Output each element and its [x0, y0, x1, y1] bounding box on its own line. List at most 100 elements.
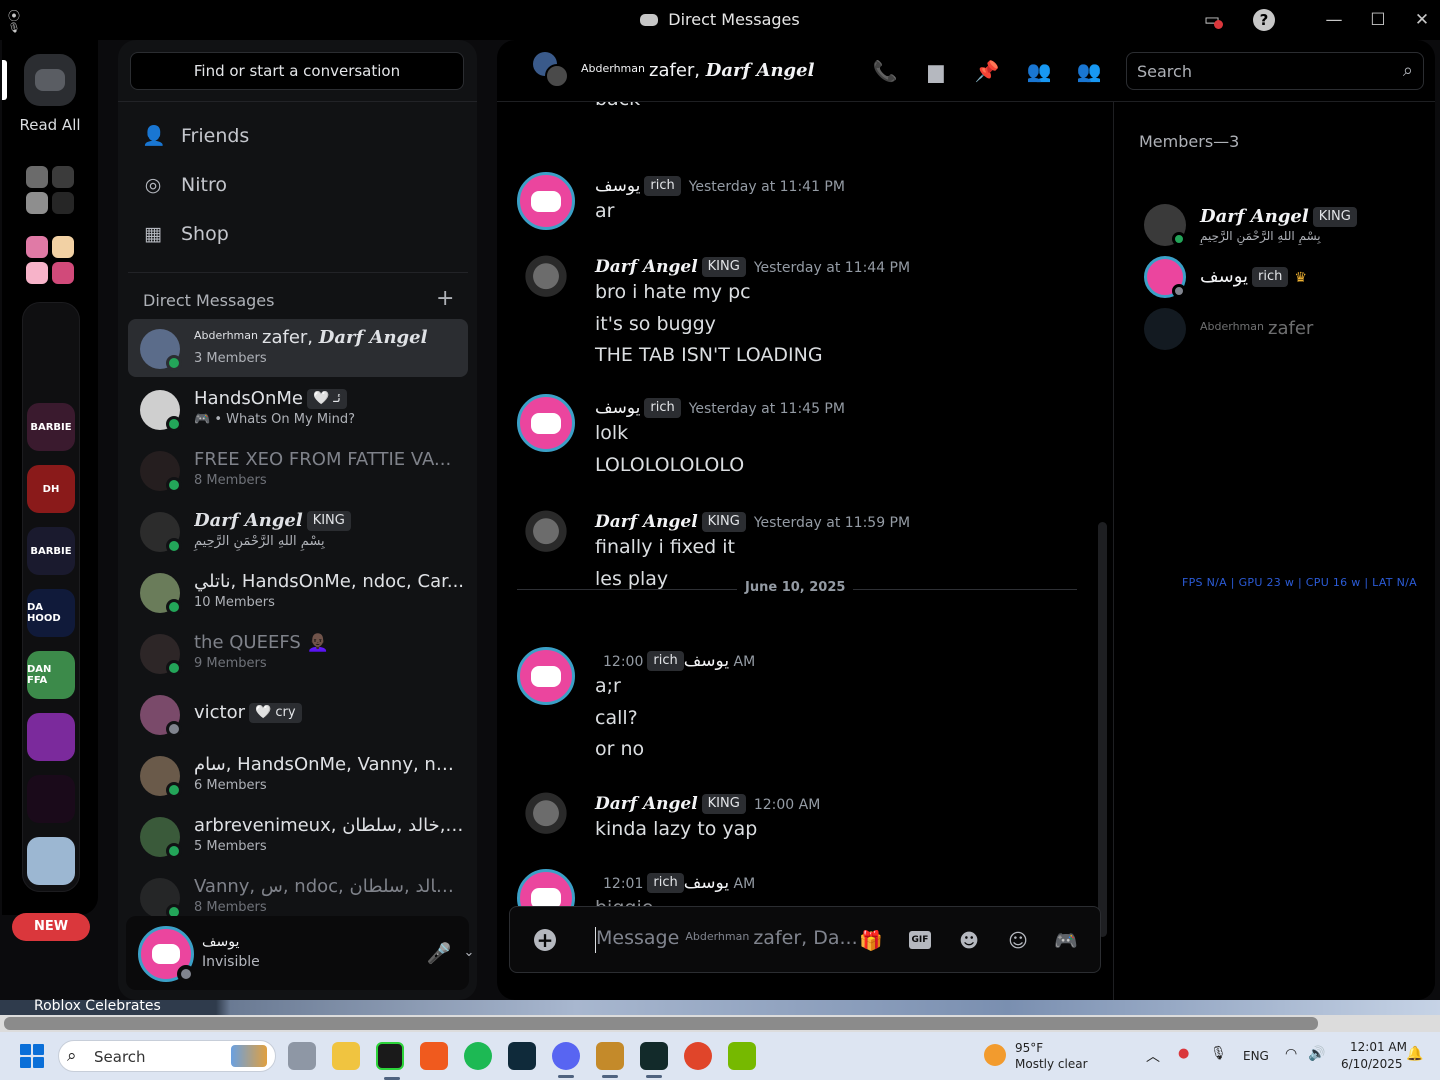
message-author[interactable]: يوسف: [684, 651, 729, 671]
server-folder-2[interactable]: [24, 234, 76, 286]
dm-item[interactable]: ناتلي, HandsOnMe, ndoc, Car... 10 Members: [128, 563, 468, 621]
horizontal-scrollbar[interactable]: [0, 1015, 1440, 1032]
gift-icon[interactable]: 🎁: [858, 928, 884, 954]
server-barbie-1[interactable]: BARBIE: [27, 403, 75, 451]
server-folder-1[interactable]: [24, 164, 76, 216]
message-avatar[interactable]: [517, 647, 575, 705]
status-indicator: [1172, 232, 1186, 246]
dm-item[interactable]: سام, HandsOnMe, Vanny, nd... 6 Members: [128, 746, 468, 804]
mic-icon[interactable]: 🎤: [426, 940, 452, 966]
member-name: يوسف rich ♛: [1200, 266, 1307, 287]
gif-icon[interactable]: GIF: [909, 931, 931, 949]
attach-plus-icon[interactable]: +: [534, 929, 556, 951]
emoji-icon[interactable]: ☺: [1005, 928, 1031, 954]
dm-item[interactable]: Darf Angel KING بِسْمِ اللهِ الرَّحْمَنِ ا…: [128, 502, 468, 560]
chat-search-input[interactable]: Search ⌕: [1126, 52, 1424, 90]
message-author[interactable]: يوسف: [595, 398, 640, 418]
dm-item[interactable]: victor 🤍 cry: [128, 685, 468, 743]
dm-item[interactable]: arbrevenimeux, خالد ,سلطان, r... 5 Member…: [128, 807, 468, 865]
dm-item[interactable]: FREE XEO FROM FATTIE VA... 8 Members: [128, 441, 468, 499]
home-button[interactable]: [24, 54, 76, 106]
message-author[interactable]: Darf Angel: [595, 257, 698, 277]
member-item[interactable]: Abderhman zafer: [1142, 306, 1432, 352]
server-city[interactable]: [27, 837, 75, 885]
nav-nitro[interactable]: ◎ Nitro: [128, 164, 468, 206]
nav-shop[interactable]: ▦ Shop: [128, 213, 468, 255]
call-icon[interactable]: 📞: [871, 57, 899, 85]
server-dan-ffa[interactable]: DAN FFA: [27, 651, 75, 699]
spotify-icon[interactable]: [464, 1042, 492, 1070]
app-terminal-icon[interactable]: [640, 1042, 668, 1078]
composer-placeholder-rest: zafer, Da...: [753, 927, 858, 949]
message-avatar[interactable]: [517, 172, 575, 230]
read-all-button[interactable]: Read All: [2, 116, 98, 134]
chevron-down-icon[interactable]: ⌄: [456, 940, 477, 966]
message-avatar[interactable]: [517, 508, 575, 566]
video-icon[interactable]: ▆: [922, 57, 950, 85]
server-barbie-2[interactable]: BARBIE: [27, 527, 75, 575]
notification-bell-icon[interactable]: 🔔: [1406, 1046, 1423, 1062]
message-author[interactable]: يوسف: [595, 176, 640, 196]
server-cards[interactable]: [27, 775, 75, 823]
message-avatar[interactable]: [517, 790, 575, 848]
user-panel: يوسف Invisible 🎤 ⌄ 🎧 ⚙: [126, 916, 474, 990]
activity-gamepad-icon[interactable]: 🎮: [1053, 928, 1079, 954]
status-indicator: [166, 599, 182, 615]
dm-name: Darf Angel KING: [194, 510, 464, 531]
close-button[interactable]: ✕: [1410, 8, 1434, 32]
pin-icon[interactable]: 📌: [973, 57, 1001, 85]
message-avatar[interactable]: [517, 394, 575, 452]
clock-time[interactable]: 12:01 AM: [1350, 1040, 1407, 1054]
sticker-icon[interactable]: ☻: [956, 928, 982, 954]
tray-app-icon[interactable]: ●: [1178, 1046, 1189, 1061]
start-button[interactable]: [20, 1044, 44, 1068]
dm-subtitle: بِسْمِ اللهِ الرَّحْمَنِ الرَّحِيمِ: [194, 534, 325, 549]
scrollbar-thumb[interactable]: [4, 1017, 1318, 1030]
nav-nitro-label: Nitro: [181, 174, 227, 196]
screen-share-icon[interactable]: ▭: [1200, 8, 1224, 32]
tray-chevron-up-icon[interactable]: ︿: [1146, 1046, 1160, 1066]
message-author[interactable]: Darf Angel: [595, 512, 698, 532]
message-timestamp: Yesterday at 11:41 PM: [688, 179, 845, 195]
server-neon[interactable]: [27, 713, 75, 761]
nvidia-icon[interactable]: [728, 1042, 756, 1070]
message-avatar[interactable]: [517, 253, 575, 311]
brave-icon[interactable]: [420, 1042, 448, 1070]
member-avatar: [1144, 308, 1186, 350]
discord-taskbar-icon[interactable]: [552, 1042, 580, 1078]
server-da-hood[interactable]: DA HOOD: [27, 589, 75, 637]
message-scrollbar[interactable]: [1098, 522, 1107, 937]
members-icon[interactable]: 👥: [1075, 57, 1103, 85]
help-icon[interactable]: ?: [1252, 8, 1276, 32]
minimize-button[interactable]: —: [1322, 8, 1346, 32]
language-indicator[interactable]: ENG: [1243, 1049, 1269, 1063]
file-explorer-icon[interactable]: [332, 1042, 360, 1070]
server-dh[interactable]: DH: [27, 465, 75, 513]
user-avatar[interactable]: [138, 926, 195, 983]
tray-mic-icon[interactable]: 🎙: [1210, 1046, 1227, 1061]
dm-item[interactable]: HandsOnMe 🤍 ئـ 🎮 • Whats On My Mind?: [128, 380, 468, 438]
maximize-button[interactable]: ☐: [1366, 8, 1390, 32]
app-red-x-icon[interactable]: [684, 1042, 712, 1070]
create-dm-icon[interactable]: +: [436, 286, 454, 311]
member-item[interactable]: يوسف rich ♛: [1142, 254, 1432, 300]
wifi-icon[interactable]: ◠: [1285, 1046, 1297, 1062]
find-conversation-button[interactable]: Find or start a conversation: [130, 52, 464, 90]
volume-icon[interactable]: 🔊: [1308, 1046, 1325, 1062]
new-badge[interactable]: NEW: [12, 913, 90, 941]
dm-item[interactable]: the QUEEFS 👩🏿‍🦲 9 Members: [128, 624, 468, 682]
message-author[interactable]: Darf Angel: [595, 794, 698, 814]
dm-item[interactable]: Abderhman zafer, Darf Angel 3 Members: [128, 319, 468, 377]
app-pineapple-icon[interactable]: [596, 1042, 624, 1078]
waves-icon[interactable]: [508, 1042, 536, 1070]
message-author[interactable]: يوسف: [684, 873, 729, 893]
app-green-icon[interactable]: [376, 1042, 404, 1080]
add-friends-icon[interactable]: 👥: [1025, 57, 1053, 85]
nav-friends[interactable]: 👤 Friends: [128, 115, 468, 157]
status-indicator: [166, 477, 182, 493]
clock-date[interactable]: 6/10/2025: [1341, 1057, 1403, 1071]
task-view-icon[interactable]: [288, 1042, 316, 1070]
message-composer[interactable]: + Message Abderhman zafer, Da... 🎁 GIF ☻ …: [509, 906, 1101, 973]
taskbar-search[interactable]: ⌕ Search: [58, 1040, 276, 1072]
member-item[interactable]: Darf Angel KING بِسْمِ اللهِ الرَّحْمَنِ ا…: [1142, 202, 1432, 248]
